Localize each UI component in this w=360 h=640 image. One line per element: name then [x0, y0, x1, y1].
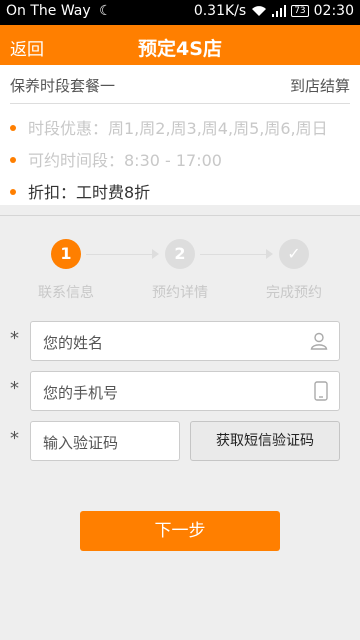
code-placeholder: 输入验证码: [43, 434, 119, 452]
info-text: 可约时间段：8:30 - 17:00: [28, 151, 222, 170]
name-field[interactable]: 您的姓名: [30, 321, 340, 361]
code-field[interactable]: 输入验证码: [30, 421, 180, 461]
carrier-name: On The Way: [6, 3, 91, 19]
clock: 02:30: [313, 3, 354, 19]
step-2-circle: 2: [165, 239, 195, 269]
moon-icon: ☾: [99, 3, 112, 19]
required-mark: *: [10, 428, 19, 449]
info-text: 折扣：工时费8折: [28, 183, 151, 202]
network-speed: 0.31K/s: [193, 3, 247, 19]
info-item-discount: 折扣：工时费8折: [10, 179, 150, 203]
payment-method: 到店结算: [289, 77, 350, 95]
plan-name: 保养时段套餐一: [10, 77, 116, 95]
phone-field[interactable]: 您的手机号: [30, 371, 340, 411]
arrow-right-icon: [266, 249, 273, 259]
step-connector: [86, 254, 152, 255]
get-code-button[interactable]: 获取短信验证码: [190, 421, 340, 461]
bullet-icon: [10, 188, 16, 195]
info-item-discount-days: 时段优惠：周1,周2,周3,周4,周5,周6,周日: [10, 115, 328, 139]
info-item-time-range: 可约时间段：8:30 - 17:00: [10, 147, 222, 171]
info-panel: 保养时段套餐一 到店结算 时段优惠：周1,周2,周3,周4,周5,周6,周日 可…: [0, 65, 360, 205]
step-1-label: 联系信息: [38, 285, 94, 301]
step-connector: [200, 254, 266, 255]
info-text: 时段优惠：周1,周2,周3,周4,周5,周6,周日: [28, 119, 328, 138]
status-bar: On The Way ☾ 0.31K/s 73 02:30: [0, 0, 360, 25]
status-left: On The Way ☾: [6, 3, 112, 19]
user-icon: [310, 332, 328, 350]
page-title: 预定4S店: [138, 38, 222, 60]
signal-icon: [272, 5, 287, 17]
divider: [10, 103, 350, 104]
name-placeholder: 您的姓名: [43, 334, 104, 352]
step-1-circle: 1: [51, 239, 81, 269]
bullet-icon: [10, 124, 16, 131]
wifi-icon: [252, 6, 267, 16]
phone-icon: [314, 381, 328, 401]
bullet-icon: [10, 156, 16, 163]
section-divider: [0, 215, 360, 216]
required-mark: *: [10, 328, 19, 349]
battery-icon: 73: [291, 5, 309, 17]
checkmark-icon: ✓: [279, 239, 309, 269]
plan-row: 保养时段套餐一 到店结算: [10, 75, 350, 96]
next-button[interactable]: 下一步: [80, 511, 280, 551]
status-right: 0.31K/s 73 02:30: [194, 3, 354, 19]
step-2-label: 预约详情: [152, 285, 208, 301]
title-bar: 返回 预定4S店: [0, 25, 360, 65]
required-mark: *: [10, 378, 19, 399]
arrow-right-icon: [152, 249, 159, 259]
phone-placeholder: 您的手机号: [43, 384, 119, 402]
step-3-label: 完成预约: [266, 285, 322, 301]
